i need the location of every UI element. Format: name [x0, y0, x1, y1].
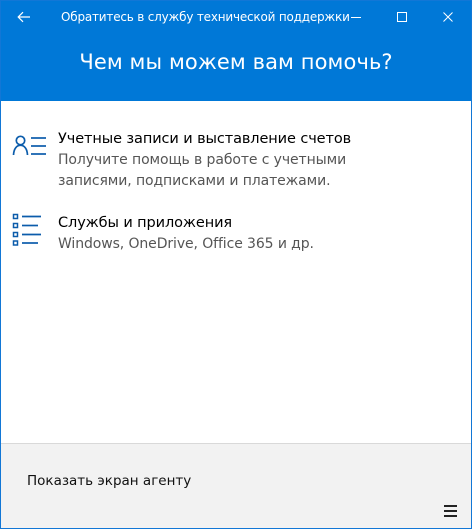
back-arrow-icon — [17, 11, 30, 23]
maximize-icon — [397, 12, 407, 22]
menu-line — [444, 515, 457, 517]
option-title: Службы и приложения — [58, 215, 233, 231]
menu-line — [444, 510, 457, 512]
bulleted-list-icon — [12, 213, 41, 246]
page-title: Чем мы можем вам помочь? — [79, 50, 393, 74]
close-icon — [443, 12, 453, 22]
title-bar: Обратитесь в службу технической поддержк… — [1, 1, 471, 33]
window-title: Обратитесь в службу технической поддержк… — [61, 10, 350, 24]
close-button[interactable] — [425, 1, 471, 33]
back-button[interactable] — [9, 3, 39, 31]
maximize-button[interactable] — [379, 1, 425, 33]
menu-line — [444, 505, 457, 507]
option-description: Windows, OneDrive, Office 365 и др. — [58, 236, 314, 252]
header-banner: Чем мы можем вам помочь? — [1, 33, 471, 101]
minimize-icon — [351, 17, 361, 18]
option-services-apps[interactable]: Службы и приложения Windows, OneDrive, O… — [1, 209, 471, 257]
account-list-icon — [12, 135, 46, 156]
support-window: Обратитесь в службу технической поддержк… — [0, 0, 472, 529]
show-screen-to-agent-button[interactable]: Показать экран агенту — [27, 472, 191, 490]
option-title: Учетные записи и выставление счетов — [58, 131, 352, 147]
option-description: Получите помощь в работе с учетными запи… — [58, 152, 347, 189]
minimize-button[interactable] — [333, 1, 379, 33]
hamburger-menu-icon[interactable] — [441, 502, 461, 520]
footer-bar: Показать экран агенту — [1, 443, 471, 528]
option-accounts-billing[interactable]: Учетные записи и выставление счетов Полу… — [1, 125, 471, 195]
